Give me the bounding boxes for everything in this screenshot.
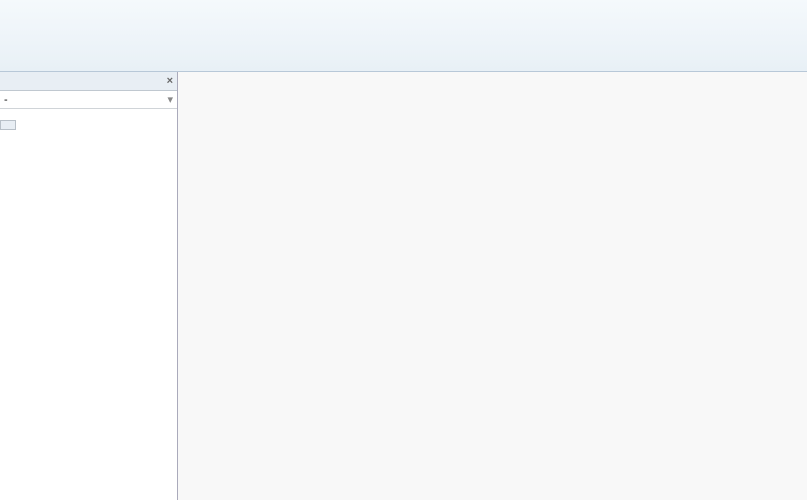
project-browser-root[interactable]: - ▾ [0,91,177,109]
project-browser-header: × [0,72,177,91]
close-icon[interactable]: × [167,75,173,87]
floor-plan-drawing [178,72,807,500]
project-browser-panel: × - ▾ [0,72,178,500]
ribbon-toolbar [0,0,807,72]
project-tree [0,109,177,500]
drawing-canvas[interactable] [178,72,807,500]
select-side-tab[interactable] [0,120,16,130]
workspace: × - ▾ [0,72,807,500]
